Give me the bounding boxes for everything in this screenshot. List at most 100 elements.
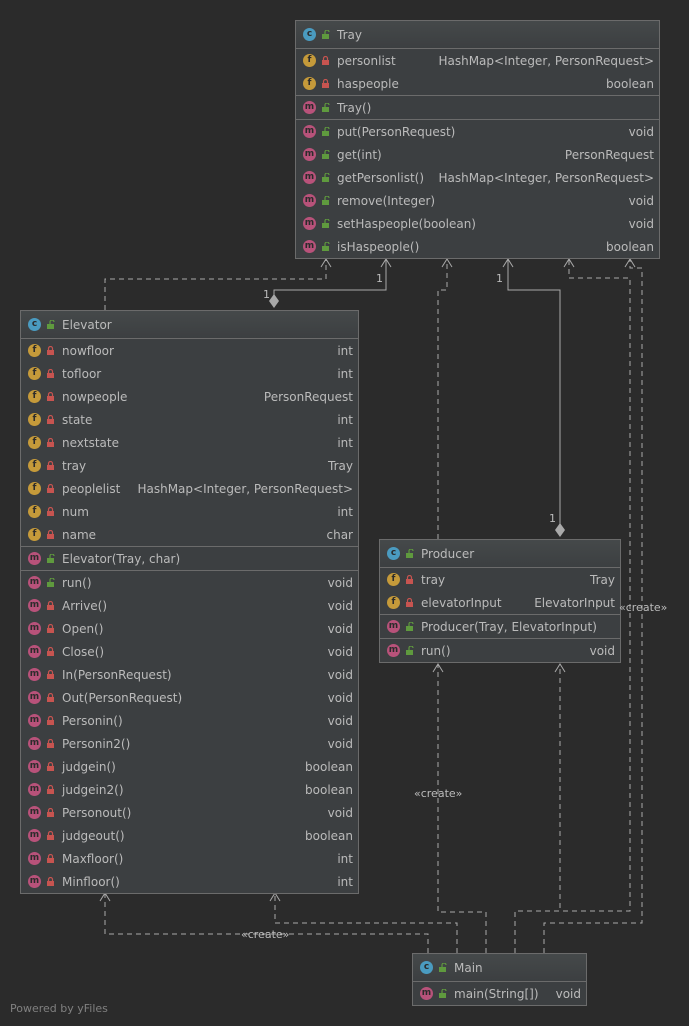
field-row[interactable]: f tray Tray — [21, 454, 358, 477]
member-name: Maxfloor() — [62, 851, 124, 866]
member-name: Personin2() — [62, 736, 131, 751]
field-row[interactable]: f nowfloor int — [21, 339, 358, 362]
edge-main-producer-dependency — [514, 664, 561, 953]
member-name: In(PersonRequest) — [62, 667, 172, 682]
method-row[interactable]: m judgeout() boolean — [21, 824, 358, 847]
member-type: int — [337, 435, 353, 450]
member-type: PersonRequest — [564, 147, 654, 162]
class-elevator[interactable]: c Elevator f nowfloor int f tofloor int f nowpe… — [20, 310, 359, 894]
method-row[interactable]: m Producer(Tray, ElevatorInput) — [380, 615, 620, 638]
private-lock-icon — [46, 831, 55, 840]
member-name: Arrive() — [62, 598, 108, 613]
class-section: m main(String[]) void — [413, 982, 586, 1005]
member-type: HashMap<Integer, PersonRequest> — [438, 170, 654, 185]
member-type: boolean — [305, 759, 353, 774]
method-row[interactable]: m Open() void — [21, 617, 358, 640]
field-row[interactable]: f personlist HashMap<Integer, PersonReques… — [296, 49, 659, 72]
method-row[interactable]: m Maxfloor() int — [21, 847, 358, 870]
class-tray[interactable]: c Tray f personlist HashMap<Integer, Perso… — [295, 20, 660, 259]
public-lock-icon — [46, 578, 55, 587]
method-row[interactable]: m Minfloor() int — [21, 870, 358, 893]
class-section: m put(PersonRequest) void m get(int) PersonRe… — [296, 120, 659, 258]
field-row[interactable]: f peoplelist HashMap<Integer, PersonReques… — [21, 477, 358, 500]
method-row[interactable]: m getPersonlist() HashMap<Integer, PersonR… — [296, 166, 659, 189]
method-row[interactable]: m put(PersonRequest) void — [296, 120, 659, 143]
member-type: char — [326, 527, 354, 542]
member-name: run() — [421, 643, 451, 658]
method-row[interactable]: m In(PersonRequest) void — [21, 663, 358, 686]
method-row[interactable]: m Arrive() void — [21, 594, 358, 617]
member-type: void — [628, 124, 654, 139]
class-header: c Producer — [380, 540, 620, 568]
class-section: m run() void m Arrive() void m Open() void m Close… — [21, 571, 358, 893]
member-name: Producer(Tray, ElevatorInput) — [421, 619, 597, 634]
method-row[interactable]: m judgein2() boolean — [21, 778, 358, 801]
member-name: judgein2() — [62, 782, 124, 797]
field-row[interactable]: f nextstate int — [21, 431, 358, 454]
member-type: void — [589, 643, 615, 658]
method-row[interactable]: m Personin2() void — [21, 732, 358, 755]
private-lock-icon — [46, 484, 55, 493]
member-name: Tray() — [337, 100, 372, 115]
method-row[interactable]: m get(int) PersonRequest — [296, 143, 659, 166]
private-lock-icon — [46, 762, 55, 771]
field-icon: f — [28, 459, 41, 472]
method-row[interactable]: m Personout() void — [21, 801, 358, 824]
member-type: void — [555, 986, 581, 1001]
method-row[interactable]: m remove(Integer) void — [296, 189, 659, 212]
class-main[interactable]: c Main m main(String[]) void — [412, 953, 587, 1006]
class-section: m run() void — [380, 639, 620, 662]
private-lock-icon — [405, 575, 414, 584]
public-lock-icon — [321, 173, 330, 182]
public-lock-icon — [321, 242, 330, 251]
private-lock-icon — [46, 530, 55, 539]
member-type: int — [337, 504, 353, 519]
method-row[interactable]: m judgein() boolean — [21, 755, 358, 778]
field-icon: f — [28, 436, 41, 449]
method-icon: m — [28, 760, 41, 773]
method-row[interactable]: m run() void — [21, 571, 358, 594]
public-lock-icon — [405, 549, 414, 558]
field-row[interactable]: f num int — [21, 500, 358, 523]
member-name: Elevator(Tray, char) — [62, 551, 181, 566]
class-name: Tray — [337, 27, 362, 42]
member-type: HashMap<Integer, PersonRequest> — [438, 53, 654, 68]
member-name: Personin() — [62, 713, 123, 728]
field-row[interactable]: f elevatorInput ElevatorInput — [380, 591, 620, 614]
public-lock-icon — [321, 103, 330, 112]
stereotype-create-elevator: «create» — [241, 928, 290, 941]
method-row[interactable]: m Out(PersonRequest) void — [21, 686, 358, 709]
member-name: judgein() — [62, 759, 116, 774]
multiplicity-producer-end: 1 — [549, 512, 556, 525]
method-icon: m — [387, 620, 400, 633]
method-row[interactable]: m Tray() — [296, 96, 659, 119]
member-type: void — [327, 621, 353, 636]
field-row[interactable]: f state int — [21, 408, 358, 431]
method-row[interactable]: m run() void — [380, 639, 620, 662]
member-name: remove(Integer) — [337, 193, 436, 208]
method-row[interactable]: m isHaspeople() boolean — [296, 235, 659, 258]
method-icon: m — [28, 783, 41, 796]
class-header: c Elevator — [21, 311, 358, 339]
method-row[interactable]: m Personin() void — [21, 709, 358, 732]
class-producer[interactable]: c Producer f tray Tray f elevatorInput Elevat… — [379, 539, 621, 663]
field-row[interactable]: f haspeople boolean — [296, 72, 659, 95]
field-row[interactable]: f tofloor int — [21, 362, 358, 385]
class-name: Elevator — [62, 317, 112, 332]
method-row[interactable]: m setHaspeople(boolean) void — [296, 212, 659, 235]
field-row[interactable]: f tray Tray — [380, 568, 620, 591]
field-row[interactable]: f name char — [21, 523, 358, 546]
member-name: personlist — [337, 53, 396, 68]
footer-credit: Powered by yFiles — [10, 1002, 108, 1015]
method-row[interactable]: m Close() void — [21, 640, 358, 663]
private-lock-icon — [46, 739, 55, 748]
multiplicity-producer-tray: 1 — [496, 272, 503, 285]
method-row[interactable]: m main(String[]) void — [413, 982, 586, 1005]
class-section: f nowfloor int f tofloor int f nowpeople PersonR… — [21, 339, 358, 547]
private-lock-icon — [46, 461, 55, 470]
method-icon: m — [303, 101, 316, 114]
field-icon: f — [387, 573, 400, 586]
field-row[interactable]: f nowpeople PersonRequest — [21, 385, 358, 408]
method-row[interactable]: m Elevator(Tray, char) — [21, 547, 358, 570]
member-type: void — [327, 667, 353, 682]
